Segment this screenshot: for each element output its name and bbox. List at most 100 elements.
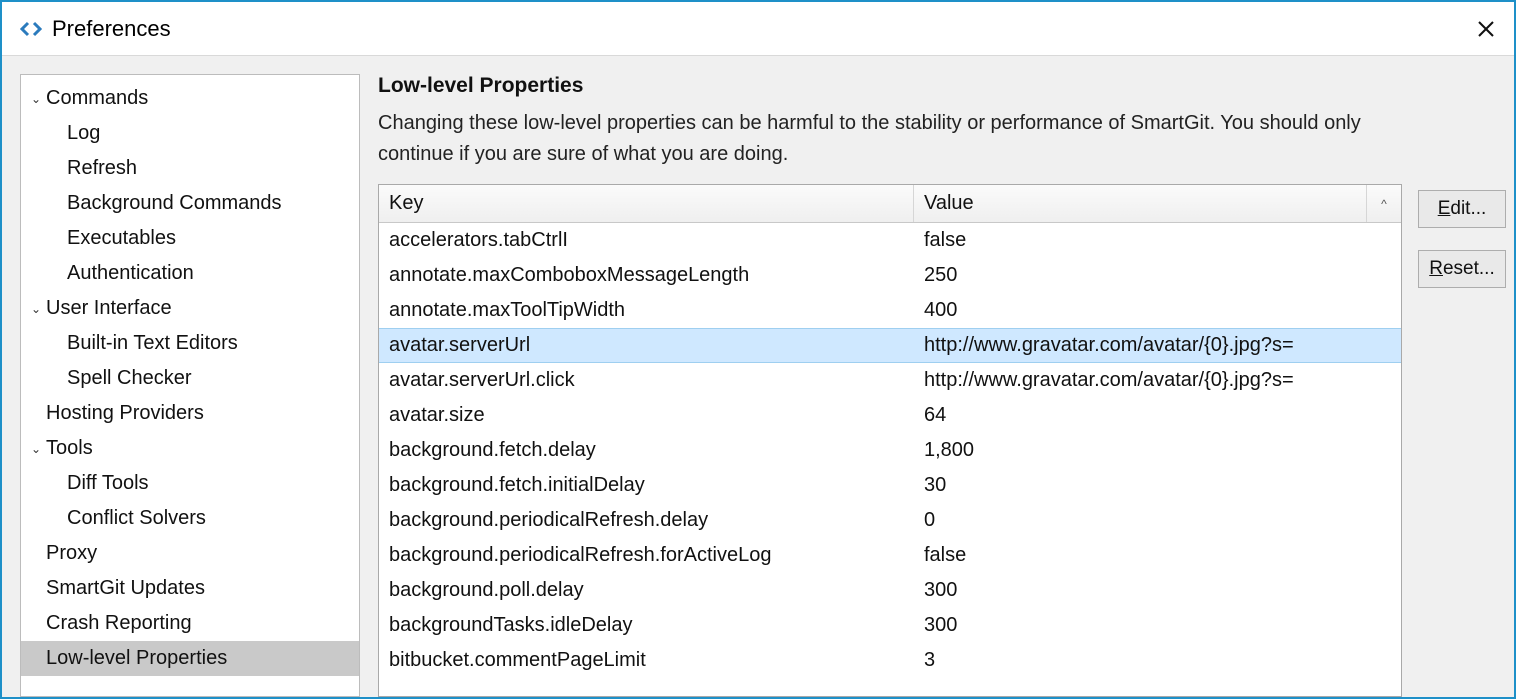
tree-item[interactable]: Authentication [21, 256, 359, 291]
titlebar: Preferences [2, 2, 1514, 56]
table-row[interactable]: background.poll.delay300 [379, 573, 1401, 608]
table-body[interactable]: accelerators.tabCtrlIfalseannotate.maxCo… [379, 223, 1401, 696]
tree-item-label: Built-in Text Editors [67, 332, 238, 355]
cell-key: bitbucket.commentPageLimit [379, 649, 914, 672]
dialog-body: ⌄CommandsLogRefreshBackground CommandsEx… [2, 56, 1514, 697]
main-area: Low-level Properties Changing these low-… [378, 74, 1506, 697]
tree-item[interactable]: Conflict Solvers [21, 501, 359, 536]
edit-button[interactable]: Edit... [1418, 190, 1506, 228]
page-description: Changing these low-level properties can … [378, 108, 1378, 170]
content-pane: Low-level Properties Changing these low-… [378, 74, 1402, 697]
table-row[interactable]: background.fetch.initialDelay30 [379, 468, 1401, 503]
preferences-window: Preferences ⌄CommandsLogRefreshBackgroun… [0, 0, 1516, 699]
tree-item[interactable]: Background Commands [21, 186, 359, 221]
chevron-down-icon: ⌄ [29, 302, 43, 316]
table-row[interactable]: avatar.serverUrl.clickhttp://www.gravata… [379, 363, 1401, 398]
cell-key: background.poll.delay [379, 579, 914, 602]
cell-value: http://www.gravatar.com/avatar/{0}.jpg?s… [914, 334, 1401, 357]
tree-item-label: Diff Tools [67, 472, 149, 495]
tree-item-label: Refresh [67, 157, 137, 180]
side-buttons: Edit... Reset... [1418, 74, 1506, 697]
cell-key: avatar.serverUrl.click [379, 369, 914, 392]
sort-indicator-icon[interactable]: ^ [1367, 185, 1401, 222]
chevron-down-icon: ⌄ [29, 442, 43, 456]
cell-key: avatar.serverUrl [379, 334, 914, 357]
table-row[interactable]: background.periodicalRefresh.delay0 [379, 503, 1401, 538]
tree-item-label: Hosting Providers [46, 402, 204, 425]
tree-item-label: Conflict Solvers [67, 507, 206, 530]
cell-value: false [914, 544, 1401, 567]
tree-item[interactable]: Built-in Text Editors [21, 326, 359, 361]
cell-value: 0 [914, 509, 1401, 532]
cell-key: background.fetch.initialDelay [379, 474, 914, 497]
tree-item-label: Low-level Properties [46, 647, 227, 670]
page-heading: Low-level Properties [378, 74, 1402, 98]
cell-key: annotate.maxComboboxMessageLength [379, 264, 914, 287]
table-row[interactable]: avatar.size64 [379, 398, 1401, 433]
cell-value: 64 [914, 404, 1401, 427]
cell-key: background.periodicalRefresh.delay [379, 509, 914, 532]
tree-item[interactable]: Crash Reporting [21, 606, 359, 641]
tree-item-label: Tools [46, 437, 93, 460]
tree-item[interactable]: Executables [21, 221, 359, 256]
tree-item[interactable]: ⌄Commands [21, 81, 359, 116]
window-title: Preferences [52, 16, 1472, 42]
tree-item[interactable]: Spell Checker [21, 361, 359, 396]
edit-rest: dit... [1450, 198, 1486, 220]
cell-value: 400 [914, 299, 1401, 322]
tree-item[interactable]: Low-level Properties [21, 641, 359, 676]
cell-value: http://www.gravatar.com/avatar/{0}.jpg?s… [914, 369, 1401, 392]
edit-accel: E [1438, 198, 1451, 220]
table-row[interactable]: backgroundTasks.idleDelay300 [379, 608, 1401, 643]
cell-key: backgroundTasks.idleDelay [379, 614, 914, 637]
tree-item-label: User Interface [46, 297, 172, 320]
tree-item-label: Background Commands [67, 192, 282, 215]
category-tree[interactable]: ⌄CommandsLogRefreshBackground CommandsEx… [20, 74, 360, 697]
table-row[interactable]: accelerators.tabCtrlIfalse [379, 223, 1401, 258]
cell-key: background.periodicalRefresh.forActiveLo… [379, 544, 914, 567]
tree-item-label: Spell Checker [67, 367, 192, 390]
table-row[interactable]: annotate.maxComboboxMessageLength250 [379, 258, 1401, 293]
tree-item-label: Executables [67, 227, 176, 250]
cell-value: 250 [914, 264, 1401, 287]
tree-item-label: Authentication [67, 262, 194, 285]
tree-item[interactable]: ⌄Tools [21, 431, 359, 466]
tree-item[interactable]: Log [21, 116, 359, 151]
tree-item[interactable]: Refresh [21, 151, 359, 186]
cell-key: background.fetch.delay [379, 439, 914, 462]
tree-item-label: Commands [46, 87, 148, 110]
tree-item-label: SmartGit Updates [46, 577, 205, 600]
tree-item[interactable]: Hosting Providers [21, 396, 359, 431]
cell-value: 30 [914, 474, 1401, 497]
close-button[interactable] [1472, 15, 1500, 43]
cell-value: 3 [914, 649, 1401, 672]
reset-accel: R [1429, 258, 1443, 280]
tree-item[interactable]: Proxy [21, 536, 359, 571]
column-header-value[interactable]: Value [914, 185, 1367, 222]
column-header-key[interactable]: Key [379, 185, 914, 222]
tree-item[interactable]: Diff Tools [21, 466, 359, 501]
tree-item-label: Crash Reporting [46, 612, 192, 635]
table-row[interactable]: bitbucket.commentPageLimit3 [379, 643, 1401, 678]
reset-button[interactable]: Reset... [1418, 250, 1506, 288]
tree-item-label: Log [67, 122, 100, 145]
cell-value: 300 [914, 579, 1401, 602]
cell-key: annotate.maxToolTipWidth [379, 299, 914, 322]
tree-item-label: Proxy [46, 542, 97, 565]
tree-item[interactable]: ⌄User Interface [21, 291, 359, 326]
table-row[interactable]: background.periodicalRefresh.forActiveLo… [379, 538, 1401, 573]
table-row[interactable]: background.fetch.delay1,800 [379, 433, 1401, 468]
properties-table: Key Value ^ accelerators.tabCtrlIfalsean… [378, 184, 1402, 697]
table-row[interactable]: annotate.maxToolTipWidth400 [379, 293, 1401, 328]
chevron-down-icon: ⌄ [29, 92, 43, 106]
table-row[interactable]: avatar.serverUrlhttp://www.gravatar.com/… [379, 328, 1401, 363]
cell-value: 300 [914, 614, 1401, 637]
tree-item[interactable]: SmartGit Updates [21, 571, 359, 606]
table-header: Key Value ^ [379, 185, 1401, 223]
app-icon [20, 18, 42, 40]
cell-value: 1,800 [914, 439, 1401, 462]
reset-rest: eset... [1443, 258, 1495, 280]
cell-value: false [914, 229, 1401, 252]
cell-key: avatar.size [379, 404, 914, 427]
cell-key: accelerators.tabCtrlI [379, 229, 914, 252]
